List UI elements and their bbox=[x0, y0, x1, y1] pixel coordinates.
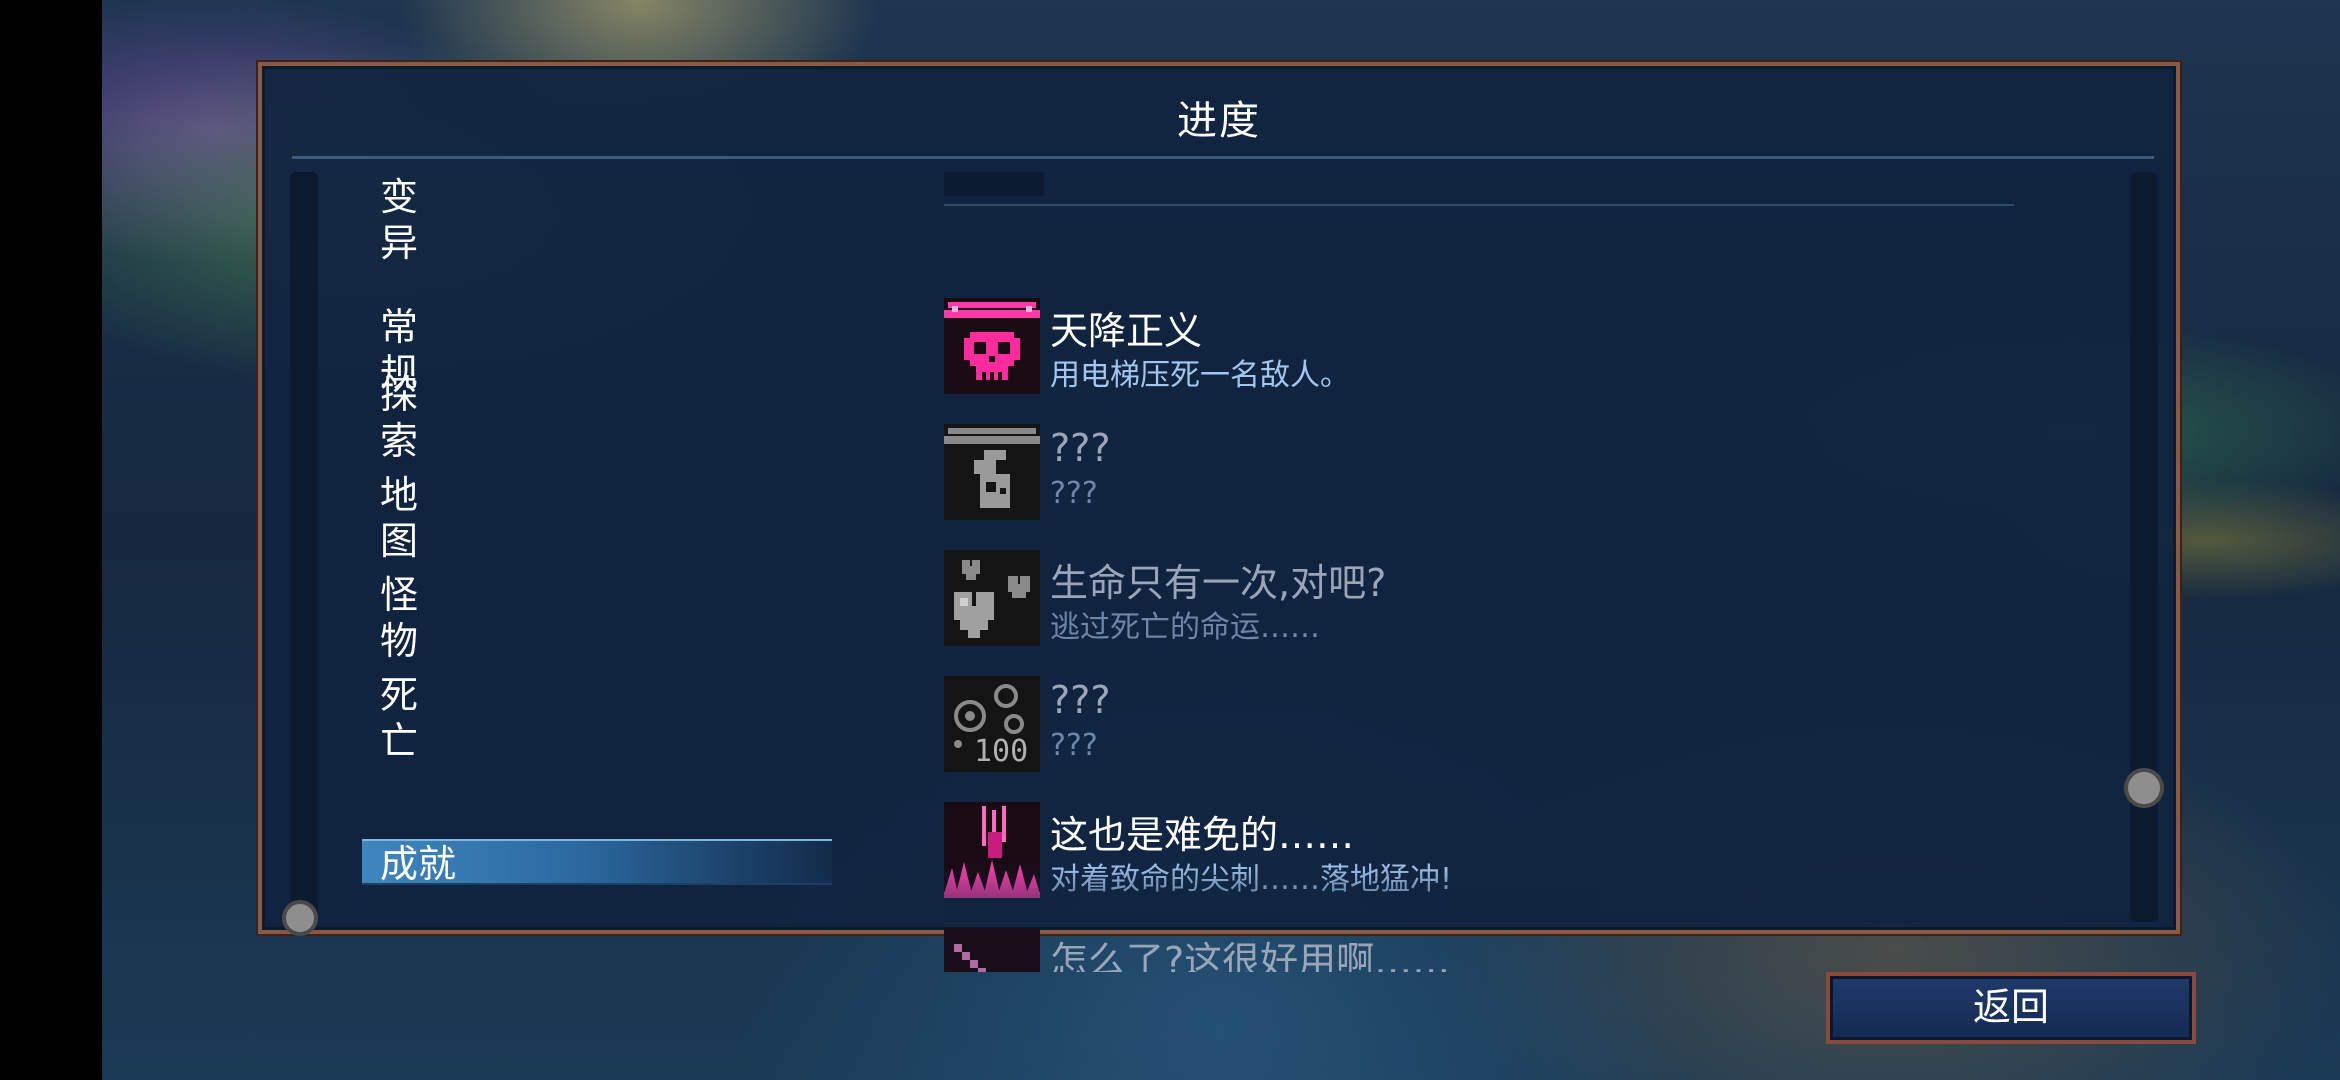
achievement-name: ??? bbox=[1050, 426, 1111, 470]
category-scroll-knob[interactable] bbox=[282, 900, 318, 936]
achievement-list[interactable]: 天降正义 用电梯压死一名敌人。 ??? ??? 生命只有一次,对吧? 逃过死亡的… bbox=[944, 172, 2134, 972]
achievement-row[interactable]: 怎么了?这很好用啊…… bbox=[944, 928, 2124, 972]
title-divider bbox=[292, 156, 2154, 159]
achievement-row[interactable]: 100 ??? ??? bbox=[944, 676, 2124, 772]
achievement-scroll-knob[interactable] bbox=[2124, 768, 2164, 808]
flask-elevator-icon bbox=[944, 424, 1040, 520]
skull-elevator-icon bbox=[944, 298, 1040, 394]
screen-left-bar bbox=[0, 0, 102, 1080]
category-monsters[interactable]: 怪物 bbox=[380, 572, 418, 663]
back-button[interactable]: 返回 bbox=[1826, 972, 2196, 1044]
achievement-name: 这也是难免的…… bbox=[1050, 813, 1355, 857]
achievement-name: 怎么了?这很好用啊…… bbox=[1050, 939, 1451, 972]
achievement-desc: 逃过死亡的命运…… bbox=[1050, 610, 1320, 645]
hearts-icon bbox=[944, 550, 1040, 646]
category-deaths[interactable]: 死亡 bbox=[380, 672, 418, 763]
category-map[interactable]: 地图 bbox=[380, 472, 418, 563]
achievement-name: ??? bbox=[1050, 678, 1111, 722]
category-scrollbar[interactable] bbox=[290, 172, 318, 922]
panel-title: 进度 bbox=[1177, 98, 1261, 144]
progress-panel: 进度 变异 常规 探索 地图 怪物 死亡 成就 天降正义 用电梯压死一名敌人。 … bbox=[258, 62, 2180, 972]
list-top-shade bbox=[944, 172, 1044, 196]
achievement-name: 天降正义 bbox=[1050, 309, 1203, 353]
achievement-scrollbar[interactable] bbox=[2130, 172, 2158, 922]
list-bottom-fade bbox=[944, 862, 2134, 922]
achievement-desc: ??? bbox=[1050, 476, 1098, 511]
category-exploration[interactable]: 探索 bbox=[380, 372, 418, 463]
cells-100-icon: 100 bbox=[944, 676, 1040, 772]
achievement-row[interactable]: 生命只有一次,对吧? 逃过死亡的命运…… bbox=[944, 550, 2124, 646]
achievement-row[interactable]: ??? ??? bbox=[944, 424, 2124, 520]
achievement-desc: ??? bbox=[1050, 728, 1098, 763]
category-mutations[interactable]: 变异 bbox=[380, 174, 418, 265]
achievement-desc: 用电梯压死一名敌人。 bbox=[1050, 358, 1350, 393]
achievement-row[interactable]: 天降正义 用电梯压死一名敌人。 bbox=[944, 298, 2124, 394]
category-achievements[interactable]: 成就 bbox=[362, 839, 832, 886]
sword-icon bbox=[944, 928, 1040, 972]
list-divider bbox=[944, 204, 2014, 206]
achievement-name: 生命只有一次,对吧? bbox=[1050, 561, 1387, 605]
icon-counter: 100 bbox=[974, 734, 1029, 769]
category-general[interactable]: 常规 bbox=[380, 304, 418, 395]
